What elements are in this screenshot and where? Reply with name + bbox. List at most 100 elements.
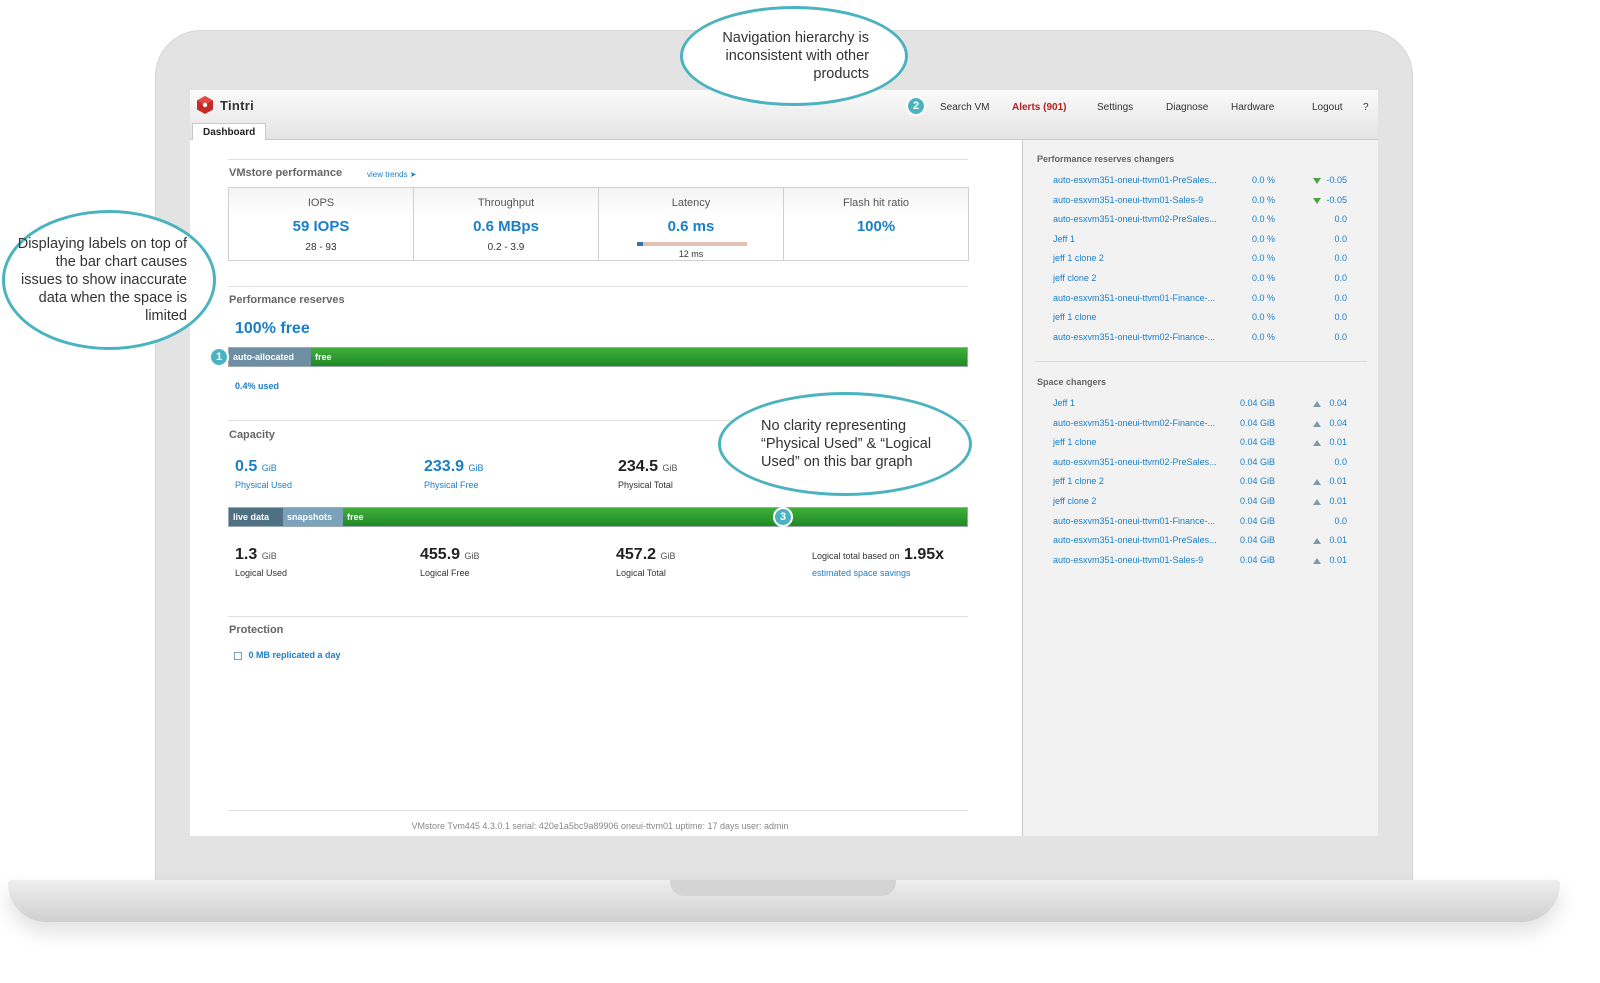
item-name: auto-esxvm351-oneui-ttvm02-Finance-... [1053, 331, 1216, 342]
list-item[interactable]: jeff 1 clone 0.04 GiB 0.01 [1053, 437, 1363, 451]
list-item[interactable]: auto-esxvm351-oneui-ttvm01-PreSales... 0.… [1053, 175, 1363, 189]
nav-alerts[interactable]: Alerts (901) [1012, 102, 1066, 113]
item-value: 0.0 % [1251, 233, 1275, 244]
latency-bar [637, 242, 747, 246]
item-delta: 0.0 [1334, 233, 1347, 244]
item-name: auto-esxvm351-oneui-ttvm01-Sales-9 [1053, 554, 1204, 565]
metric-value: 100% [856, 218, 896, 235]
metric-label: Latency [671, 197, 711, 209]
list-item[interactable]: jeff clone 2 0.04 GiB 0.01 [1053, 496, 1363, 510]
item-name: auto-esxvm351-oneui-ttvm01-PreSales... [1053, 175, 1217, 185]
physical-free-value: 233.9 [424, 458, 465, 475]
metric-latency: Latency 0.6 ms 12 ms [598, 187, 784, 261]
nav-search-vm[interactable]: Search VM [940, 102, 989, 113]
top-nav: Search VM Alerts (901) Settings Diagnose… [918, 102, 1378, 116]
item-value: 0.04 GiB [1239, 554, 1275, 565]
item-value: 0.0 % [1251, 194, 1275, 205]
logical-used-label: Logical Used [235, 568, 288, 578]
metric-throughput: Throughput 0.6 MBps 0.2 - 3.9 [413, 187, 599, 261]
list-item[interactable]: auto-esxvm351-oneui-ttvm01-Sales-9 0.04 G… [1053, 555, 1363, 569]
seg-auto-allocated: auto-allocated [229, 348, 311, 366]
item-delta: 0.0 [1334, 253, 1347, 264]
nav-settings[interactable]: Settings [1097, 102, 1133, 113]
list-item[interactable]: Jeff 1 0.0 % 0.0 [1053, 234, 1363, 248]
logical-free-label: Logical Free [420, 568, 470, 578]
item-delta: 0.01 [1329, 554, 1347, 565]
seg-live-data: live data [229, 508, 283, 526]
item-delta: 0.0 [1334, 214, 1347, 225]
metric-range: 28 - 93 [305, 242, 337, 253]
logical-free-unit: GiB [464, 551, 480, 561]
savings-value: 1.95x [904, 546, 945, 563]
list-item[interactable]: jeff 1 clone 0.0 % 0.0 [1053, 312, 1363, 326]
physical-total-value: 234.5 [618, 458, 659, 475]
callout-physical-logical: No clarity representing “Physical Used” … [718, 392, 972, 496]
list-item[interactable]: auto-esxvm351-oneui-ttvm01-Finance-... 0.… [1053, 293, 1363, 307]
badge-1: 1 [209, 347, 229, 367]
item-value: 0.0 % [1251, 292, 1275, 303]
list-item[interactable]: auto-esxvm351-oneui-ttvm02-PreSales... 0.… [1053, 457, 1363, 471]
logo[interactable]: Tintri [195, 95, 254, 115]
list-item[interactable]: jeff 1 clone 2 0.0 % 0.0 [1053, 253, 1363, 267]
arrow-up-icon [1313, 479, 1321, 486]
item-delta: 0.01 [1329, 535, 1347, 546]
reserves-title: Performance reserves [229, 294, 345, 306]
arrow-up-icon [1313, 557, 1321, 564]
stage: Tintri Dashboard Search VM Alerts (901) … [0, 0, 1600, 983]
item-name: Jeff 1 [1053, 233, 1075, 244]
physical-total-unit: GiB [662, 463, 678, 473]
arrow-right-icon: ➤ [409, 170, 417, 179]
badge-2: 2 [906, 96, 926, 116]
list-item[interactable]: auto-esxvm351-oneui-ttvm02-Finance-... 0.… [1053, 418, 1363, 432]
physical-free-label: Physical Free [424, 480, 479, 490]
divider [228, 810, 968, 811]
logical-free-value: 455.9 [420, 546, 461, 563]
view-trends-link[interactable]: view trends ➤ [367, 170, 416, 179]
item-name: auto-esxvm351-oneui-ttvm01-Sales-9 [1053, 194, 1204, 205]
item-name: jeff clone 2 [1053, 496, 1097, 506]
arrow-down-icon [1313, 178, 1321, 184]
arrow-up-icon [1313, 499, 1321, 505]
tab-dashboard[interactable]: Dashboard [192, 123, 267, 141]
logical-used: 1.3 GiB Logical Used [235, 546, 287, 578]
list-item[interactable]: auto-esxvm351-oneui-ttvm02-PreSales... 0.… [1053, 214, 1363, 228]
nav-hardware[interactable]: Hardware [1231, 102, 1274, 113]
nav-logout[interactable]: Logout [1312, 102, 1343, 113]
item-name: auto-esxvm351-oneui-ttvm02-PreSales... [1053, 456, 1217, 467]
list-item[interactable]: jeff 1 clone 2 0.04 GiB 0.01 [1053, 476, 1363, 490]
savings-link[interactable]: estimated space savings [812, 568, 944, 578]
view-trends-label: view trends [367, 170, 408, 179]
savings-prefix: Logical total based on [812, 551, 900, 561]
list-item[interactable]: auto-esxvm351-oneui-ttvm01-Sales-9 0.0 % -… [1053, 195, 1363, 209]
space-savings: Logical total based on 1.95x estimated s… [812, 546, 944, 578]
metric-label: Throughput [477, 197, 535, 209]
metric-iops: IOPS 59 IOPS 28 - 93 [228, 187, 414, 261]
physical-free: 233.9 GiB Physical Free [424, 458, 484, 490]
nav-diagnose[interactable]: Diagnose [1166, 102, 1208, 113]
list-item[interactable]: auto-esxvm351-oneui-ttvm01-Finance-... 0.… [1053, 516, 1363, 530]
replication-link[interactable]: 0 MB replicated a day [234, 650, 341, 660]
physical-used-value: 0.5 [235, 458, 258, 475]
reserves-changers-title: Performance reserves changers [1037, 154, 1175, 164]
item-delta: 0.0 [1334, 312, 1347, 323]
item-delta: 0.0 [1334, 456, 1347, 467]
latency-bar-fill [637, 242, 643, 246]
item-delta: 0.04 [1329, 417, 1347, 428]
metric-range: 0.2 - 3.9 [487, 242, 525, 253]
seg-free: free [347, 512, 364, 522]
brand-name: Tintri [220, 97, 255, 113]
capacity-bar[interactable]: live data snapshots free [228, 507, 968, 527]
list-item[interactable]: jeff clone 2 0.0 % 0.0 [1053, 273, 1363, 287]
nav-help[interactable]: ? [1363, 102, 1369, 113]
metric-label: Flash hit ratio [842, 197, 910, 209]
space-changers-title: Space changers [1037, 377, 1107, 387]
reserves-bar[interactable]: auto-allocated free [228, 347, 968, 367]
arrow-up-icon [1313, 401, 1321, 407]
capacity-title: Capacity [229, 429, 275, 441]
physical-used-unit: GiB [261, 463, 277, 473]
item-delta: 0.01 [1329, 476, 1347, 487]
footer-status: VMstore Tvm445 4.3.0.1 serial: 420e1a5bc… [411, 821, 789, 831]
list-item[interactable]: auto-esxvm351-oneui-ttvm01-PreSales... 0.… [1053, 535, 1363, 549]
list-item[interactable]: Jeff 1 0.04 GiB 0.04 [1053, 398, 1363, 412]
list-item[interactable]: auto-esxvm351-oneui-ttvm02-Finance-... 0.… [1053, 332, 1363, 346]
